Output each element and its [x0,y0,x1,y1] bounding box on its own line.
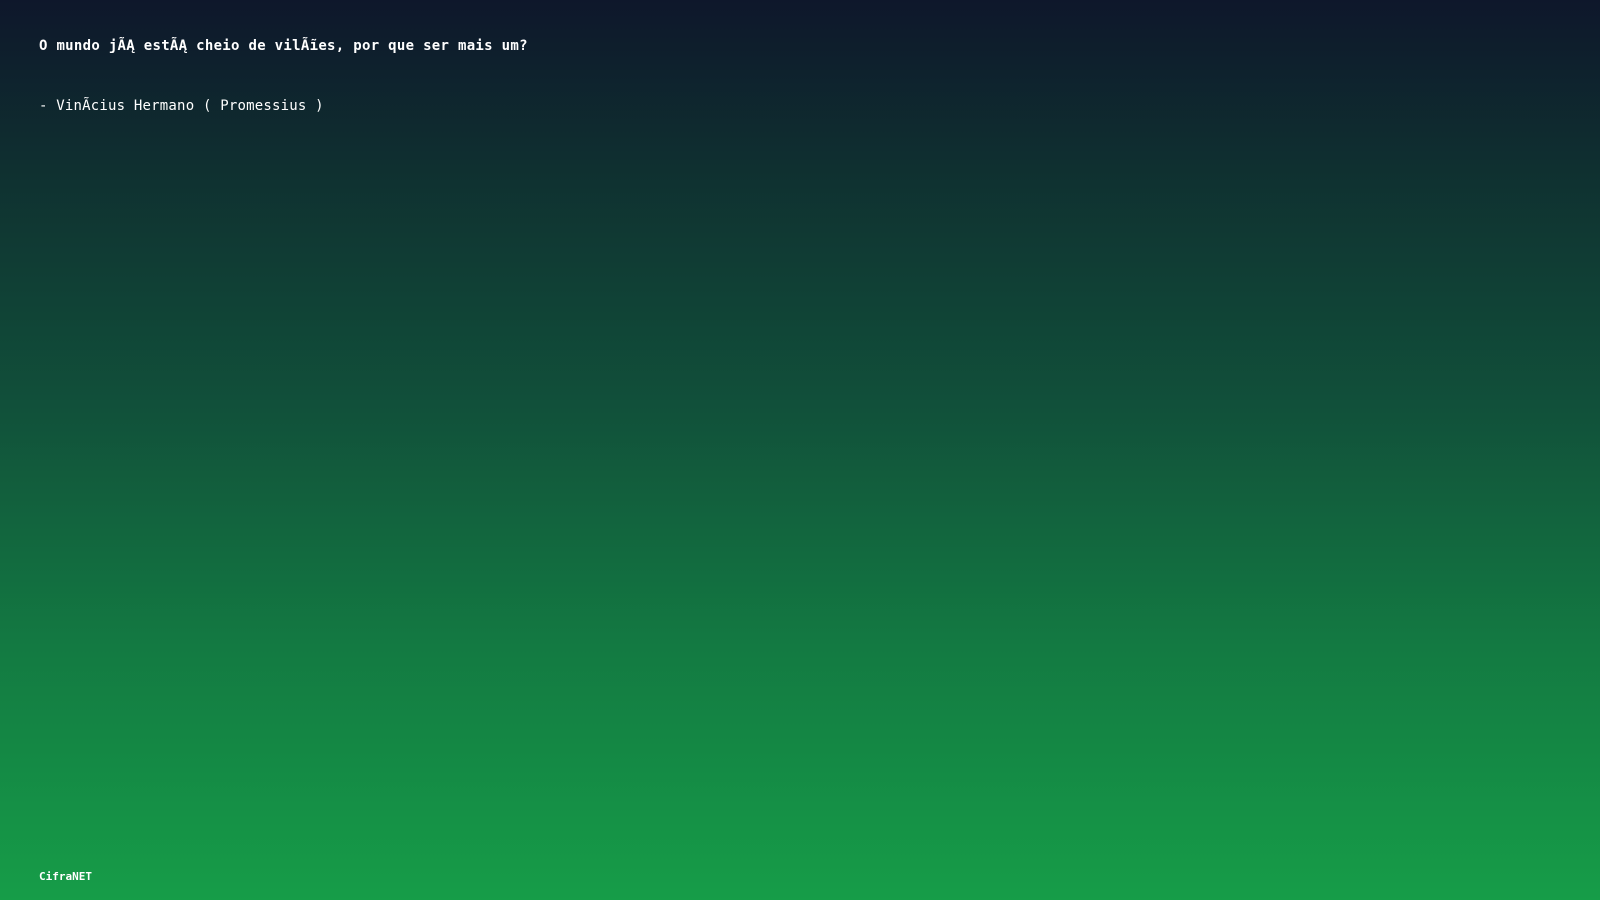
quote-screen: O mundo jÃĄ estÃĄ cheio de vilÃĩes, por … [0,0,1600,900]
quote-text: O mundo jÃĄ estÃĄ cheio de vilÃĩes, por … [39,38,528,54]
brand-label: CifraNET [39,870,92,883]
quote-author: - VinÃ­cius Hermano ( Promessius ) [39,98,324,114]
